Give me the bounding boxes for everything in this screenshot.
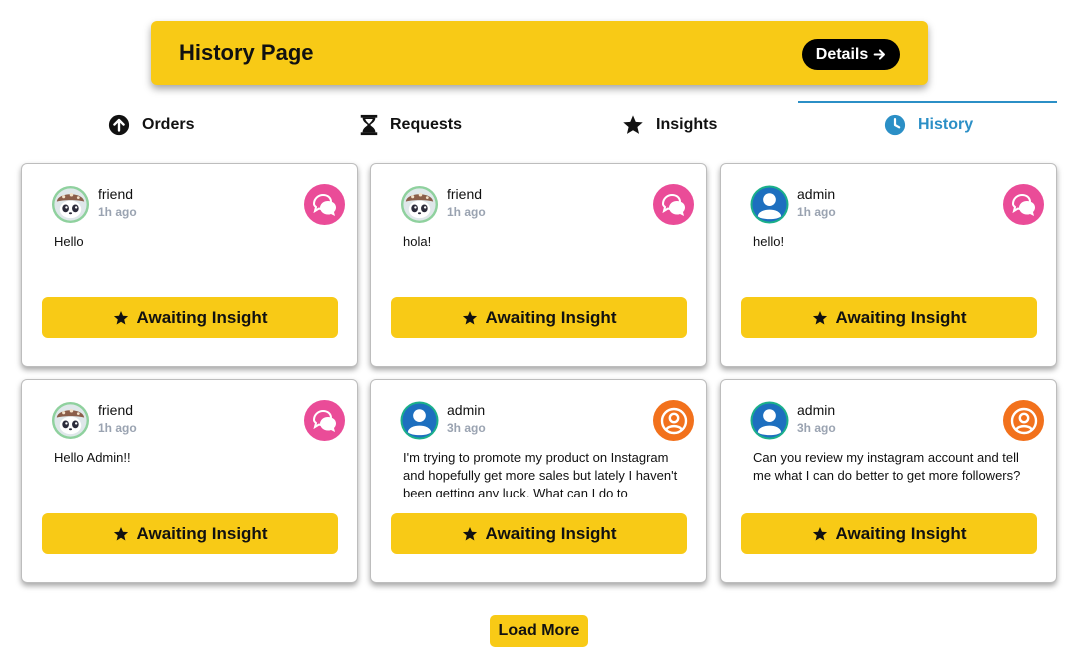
arrow-right-icon <box>873 49 886 60</box>
card-username: admin <box>797 186 836 202</box>
card-message: hola! <box>403 234 432 249</box>
details-button[interactable]: Details <box>802 39 900 70</box>
history-card: friend 1h ago hola! Awaiting Insight <box>370 163 707 367</box>
card-timestamp: 1h ago <box>98 421 137 435</box>
awaiting-insight-label: Awaiting Insight <box>136 523 268 543</box>
awaiting-insight-label: Awaiting Insight <box>485 307 617 327</box>
history-card: friend 1h ago Hello Admin!! Awaiting Ins… <box>21 379 358 583</box>
star-icon <box>812 310 827 324</box>
card-timestamp: 3h ago <box>447 421 486 435</box>
awaiting-insight-label: Awaiting Insight <box>835 523 967 543</box>
tab-history[interactable]: History <box>884 100 973 150</box>
awaiting-insight-button[interactable]: Awaiting Insight <box>42 513 338 554</box>
chat-bubbles-icon <box>1003 184 1044 225</box>
awaiting-insight-button[interactable]: Awaiting Insight <box>42 297 338 338</box>
chat-bubbles-icon <box>304 400 345 441</box>
card-timestamp: 1h ago <box>447 205 486 219</box>
tab-requests[interactable]: Requests <box>358 100 462 150</box>
arrow-up-circle-icon <box>108 114 130 136</box>
card-timestamp: 1h ago <box>98 205 137 219</box>
card-username: friend <box>98 186 134 202</box>
awaiting-insight-label: Awaiting Insight <box>136 307 268 327</box>
user-circle-icon <box>653 400 694 441</box>
chat-bubbles-icon <box>304 184 345 225</box>
card-message: Hello <box>54 234 84 249</box>
card-username: admin <box>797 402 836 418</box>
history-card: friend 1h ago Hello Awaiting Insight <box>21 163 358 367</box>
load-more-button[interactable]: Load More <box>490 615 588 647</box>
history-card: admin 3h ago I'm trying to promote my pr… <box>370 379 707 583</box>
card-message: I'm trying to promote my product on Inst… <box>403 450 678 497</box>
tab-bar: Orders Requests Insights History <box>20 100 1057 150</box>
page-header: History Page Details <box>151 21 928 85</box>
star-icon <box>113 526 128 540</box>
tab-insights[interactable]: Insights <box>622 100 717 150</box>
star-icon <box>812 526 827 540</box>
tab-label: Orders <box>142 116 195 133</box>
active-tab-indicator <box>798 101 1057 103</box>
card-username: friend <box>447 186 483 202</box>
details-button-label: Details <box>815 45 869 63</box>
panda-mushroom-avatar <box>51 401 90 440</box>
card-username: admin <box>447 402 486 418</box>
panda-mushroom-avatar <box>400 185 439 224</box>
card-timestamp: 1h ago <box>797 205 836 219</box>
tab-label: Requests <box>390 116 463 133</box>
tab-orders[interactable]: Orders <box>108 100 194 150</box>
user-circle-icon <box>1003 400 1044 441</box>
awaiting-insight-label: Awaiting Insight <box>485 523 617 543</box>
star-icon <box>462 526 477 540</box>
star-icon <box>113 310 128 324</box>
default-user-avatar <box>750 401 789 440</box>
awaiting-insight-label: Awaiting Insight <box>835 307 967 327</box>
star-icon <box>623 115 643 134</box>
page-title: History Page <box>179 40 314 65</box>
awaiting-insight-button[interactable]: Awaiting Insight <box>741 513 1037 554</box>
panda-mushroom-avatar <box>51 185 90 224</box>
awaiting-insight-button[interactable]: Awaiting Insight <box>391 513 687 554</box>
card-message: hello! <box>753 234 785 249</box>
awaiting-insight-button[interactable]: Awaiting Insight <box>391 297 687 338</box>
clock-icon <box>884 114 906 136</box>
awaiting-insight-button[interactable]: Awaiting Insight <box>741 297 1037 338</box>
card-timestamp: 3h ago <box>797 421 836 435</box>
card-message: Hello Admin!! <box>54 450 131 465</box>
card-message: Can you review my instagram account and … <box>753 450 1021 483</box>
star-icon <box>462 310 477 324</box>
chat-bubbles-icon <box>653 184 694 225</box>
default-user-avatar <box>750 185 789 224</box>
hourglass-icon <box>360 114 378 136</box>
tab-label: History <box>918 116 974 133</box>
history-card: admin 3h ago Can you review my instagram… <box>720 379 1057 583</box>
card-username: friend <box>98 402 134 418</box>
history-card: admin 1h ago hello! Awaiting Insight <box>720 163 1057 367</box>
tab-label: Insights <box>656 116 718 133</box>
default-user-avatar <box>400 401 439 440</box>
